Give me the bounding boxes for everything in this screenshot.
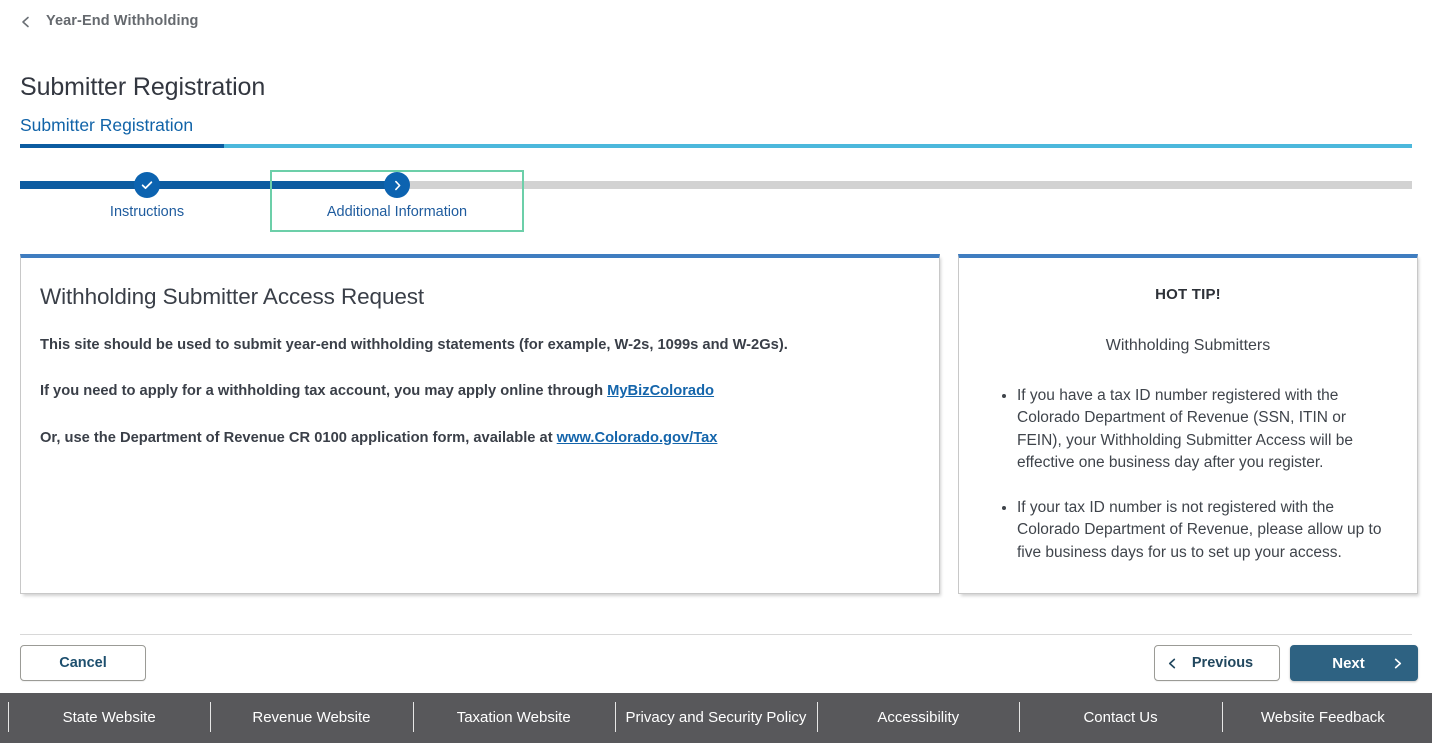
instruction-text-3: Or, use the Department of Revenue CR 010… xyxy=(40,429,557,446)
site-footer: State Website Revenue Website Taxation W… xyxy=(0,693,1432,743)
page-root: Year-End Withholding Submitter Registrat… xyxy=(0,0,1432,743)
footer-link-revenue-website[interactable]: Revenue Website xyxy=(210,702,412,732)
instruction-paragraph-3: Or, use the Department of Revenue CR 010… xyxy=(40,429,921,447)
footer-link-accessibility[interactable]: Accessibility xyxy=(817,702,1019,732)
list-item: If you have a tax ID number registered w… xyxy=(1017,385,1387,475)
breadcrumb-label[interactable]: Year-End Withholding xyxy=(46,13,199,29)
instruction-text-2: If you need to apply for a withholding t… xyxy=(40,383,608,400)
hot-tip-title: HOT TIP! xyxy=(1155,286,1221,303)
chevron-left-icon[interactable] xyxy=(20,15,32,28)
next-button[interactable]: Next xyxy=(1290,645,1418,681)
cancel-button[interactable]: Cancel xyxy=(20,645,146,681)
action-bar-divider xyxy=(20,634,1412,635)
mybizcolorado-link[interactable]: MyBizColorado xyxy=(607,383,714,399)
instruction-text-1: This site should be used to submit year-… xyxy=(40,337,788,353)
stepper-label-instructions[interactable]: Instructions xyxy=(72,204,222,220)
tab-submitter-registration[interactable]: Submitter Registration xyxy=(20,115,193,136)
instruction-paragraph-1: This site should be used to submit year-… xyxy=(40,336,921,354)
footer-link-taxation-website[interactable]: Taxation Website xyxy=(412,702,615,732)
stepper-node-additional-information[interactable] xyxy=(384,172,410,198)
stepper-track-fill xyxy=(20,181,397,189)
footer-link-contact-us[interactable]: Contact Us xyxy=(1019,702,1221,732)
cancel-button-label: Cancel xyxy=(59,655,107,671)
stepper-label-additional-information[interactable]: Additional Information xyxy=(297,204,497,220)
colorado-gov-tax-link[interactable]: www.Colorado.gov/Tax xyxy=(557,430,718,446)
stepper-node-instructions[interactable] xyxy=(134,172,160,198)
hot-tip-subtitle: Withholding Submitters xyxy=(1105,337,1271,354)
breadcrumb[interactable]: Year-End Withholding xyxy=(20,8,199,34)
check-icon xyxy=(140,178,154,192)
chevron-right-icon xyxy=(391,179,404,192)
chevron-left-icon xyxy=(1167,658,1178,669)
footer-link-privacy-and-security[interactable]: Privacy and Security Policy xyxy=(614,702,817,732)
footer-link-state-website[interactable]: State Website xyxy=(8,702,210,732)
panel-heading: Withholding Submitter Access Request xyxy=(40,284,425,309)
tab-strip: Submitter Registration xyxy=(0,115,1432,148)
footer-links: State Website Revenue Website Taxation W… xyxy=(0,702,1432,732)
footer-link-website-feedback[interactable]: Website Feedback xyxy=(1221,702,1424,732)
next-button-label: Next xyxy=(1332,654,1365,672)
previous-button[interactable]: Previous xyxy=(1154,645,1280,681)
progress-stepper: Instructions Additional Information xyxy=(0,160,1432,238)
main-content-panel: Withholding Submitter Access Request Thi… xyxy=(20,254,940,594)
tab-active-underline xyxy=(20,144,224,148)
page-title: Submitter Registration xyxy=(20,72,266,101)
hot-tip-list: If you have a tax ID number registered w… xyxy=(989,385,1387,564)
instruction-paragraph-2: If you need to apply for a withholding t… xyxy=(40,382,921,400)
hot-tip-panel: HOT TIP! Withholding Submitters If you h… xyxy=(958,254,1418,594)
chevron-right-icon xyxy=(1392,658,1403,669)
tab-rail xyxy=(224,144,1412,148)
list-item: If your tax ID number is not registered … xyxy=(1017,497,1387,564)
previous-button-label: Previous xyxy=(1191,655,1254,671)
